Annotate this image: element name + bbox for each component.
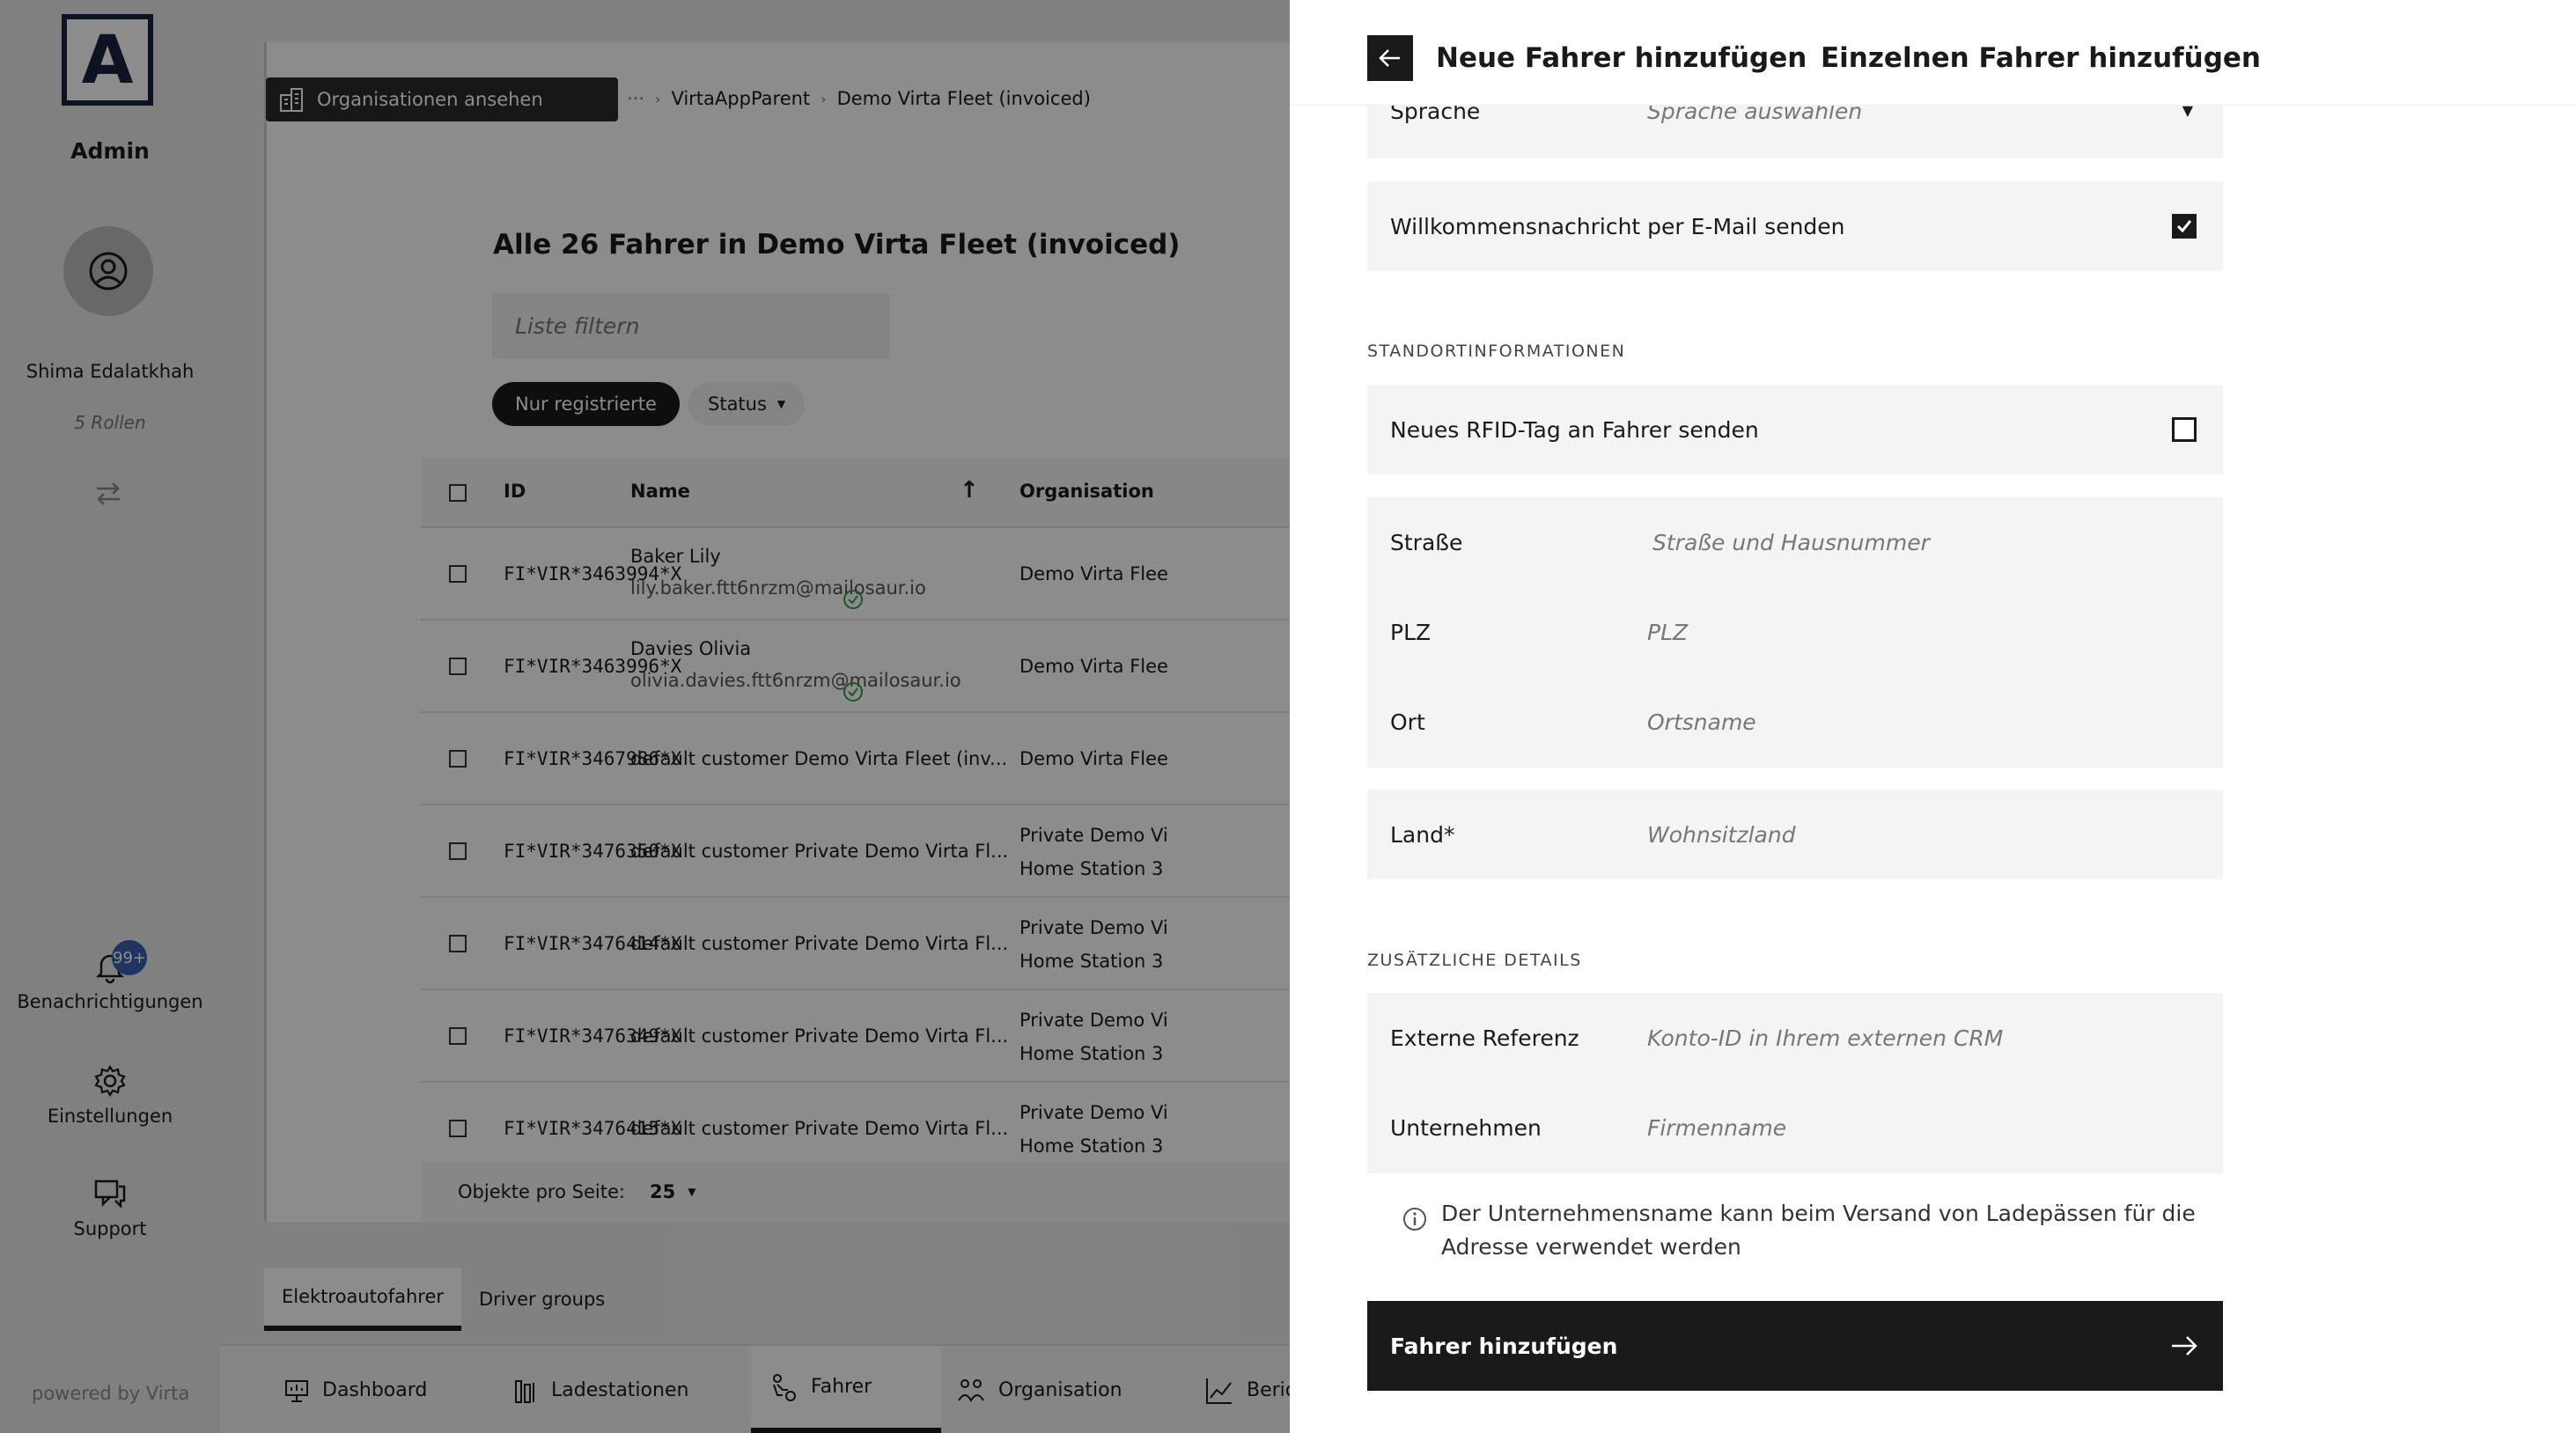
company-hint-line-1: Der Unternehmensname kann beim Versand v… (1441, 1201, 2196, 1226)
add-driver-button[interactable]: Fahrer hinzufügen (1367, 1301, 2223, 1391)
drawer-header: Neue Fahrer hinzufügen Einzelnen Fahrer … (1290, 0, 2576, 106)
external-ref-input[interactable] (1647, 1011, 2193, 1064)
country-card: Land* (1367, 790, 2223, 879)
location-section-title: STANDORTINFORMATIONEN (1367, 342, 1626, 361)
country-input[interactable] (1647, 808, 2193, 861)
rfid-label: Neues RFID-Tag an Fahrer senden (1390, 416, 1759, 443)
country-label: Land* (1390, 821, 1455, 848)
welcome-email-label: Willkommensnachricht per E-Mail senden (1390, 213, 1845, 239)
street-label: Straße (1390, 529, 1463, 555)
arrow-right-icon (2172, 1336, 2197, 1356)
external-ref-row: Externe Referenz (1367, 993, 2223, 1083)
company-hint: Der Unternehmensname kann beim Versand v… (1441, 1197, 2196, 1264)
modal-overlay[interactable] (0, 0, 1290, 1433)
info-icon (1402, 1206, 1428, 1232)
zip-input[interactable] (1647, 606, 2193, 658)
company-label: Unternehmen (1390, 1114, 1542, 1141)
welcome-email-checkbox[interactable] (2172, 214, 2197, 239)
street-input[interactable] (1652, 516, 2198, 569)
zip-row: PLZ (1367, 587, 2223, 677)
back-button[interactable] (1367, 35, 1413, 81)
company-hint-line-2: Adresse verwendet werden (1441, 1234, 1741, 1260)
zip-label: PLZ (1390, 619, 1432, 645)
company-row: Unternehmen (1367, 1083, 2223, 1172)
additional-section-title: ZUSÄTZLICHE DETAILS (1367, 951, 1582, 970)
check-icon (2176, 220, 2192, 233)
street-row: Straße (1367, 497, 2223, 587)
external-ref-label: Externe Referenz (1390, 1025, 1579, 1051)
rfid-card: Neues RFID-Tag an Fahrer senden (1367, 385, 2223, 474)
arrow-left-icon (1379, 49, 1400, 67)
welcome-card: Willkommensnachricht per E-Mail senden (1367, 181, 2223, 271)
address-card: Straße PLZ Ort (1367, 497, 2223, 768)
add-driver-label: Fahrer hinzufügen (1390, 1333, 1618, 1359)
drawer-subtitle: Einzelnen Fahrer hinzufügen (1821, 42, 2261, 74)
additional-card: Externe Referenz Unternehmen (1367, 993, 2223, 1173)
drawer-title: Neue Fahrer hinzufügen (1436, 42, 1807, 74)
city-label: Ort (1390, 709, 1425, 735)
company-input[interactable] (1647, 1101, 2193, 1154)
rfid-checkbox[interactable] (2172, 417, 2197, 442)
city-row: Ort (1367, 677, 2223, 767)
add-driver-drawer: Neue Fahrer hinzufügen Einzelnen Fahrer … (1290, 0, 2576, 1433)
city-input[interactable] (1647, 695, 2193, 748)
